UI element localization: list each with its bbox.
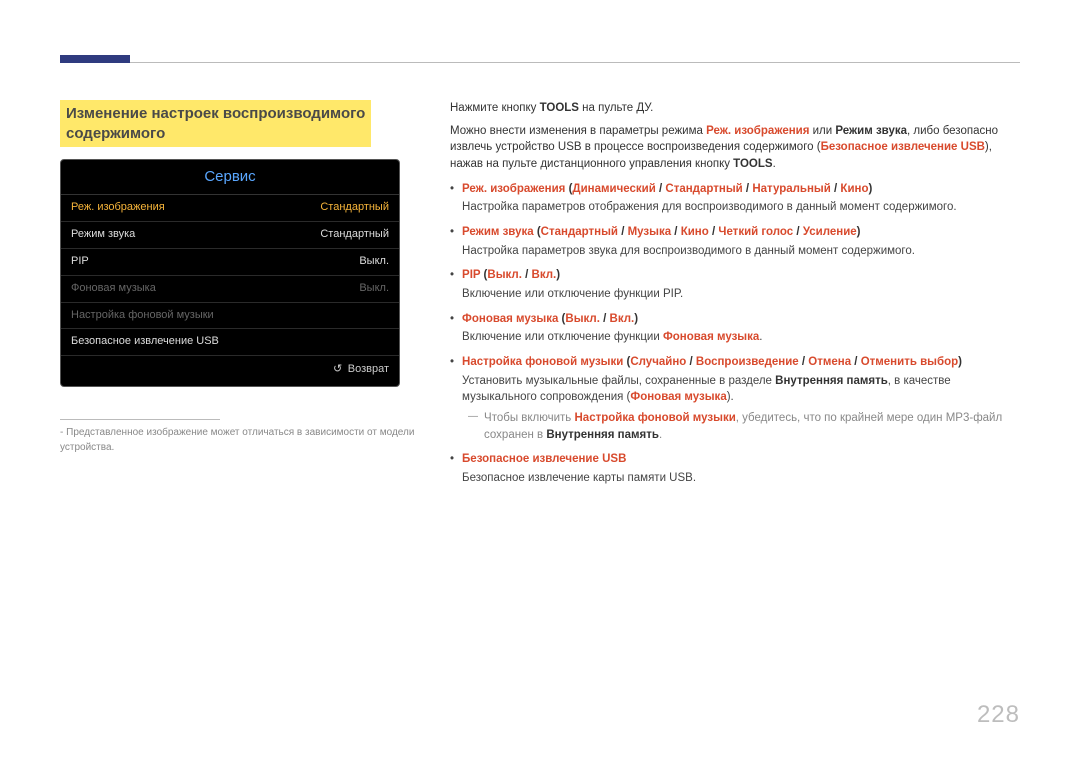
osd-row[interactable]: Безопасное извлечение USB bbox=[61, 329, 399, 356]
osd-row-value: Выкл. bbox=[359, 254, 389, 270]
osd-return[interactable]: ↻ Возврат bbox=[61, 356, 399, 386]
section-title: Изменение настроек воспроизводимого соде… bbox=[60, 100, 371, 147]
bullet-title: PIP (Выкл. / Вкл.) bbox=[462, 267, 1020, 284]
footnote-text: Представленное изображение может отличат… bbox=[60, 427, 414, 453]
osd-row-label: Режим звука bbox=[71, 227, 135, 243]
osd-rows: Реж. изображения Стандартный Режим звука Ст… bbox=[61, 195, 399, 357]
osd-return-label: Возврат bbox=[348, 363, 389, 375]
osd-row[interactable]: Фоновая музыка Выкл. bbox=[61, 276, 399, 303]
footnote-dash: - bbox=[60, 427, 63, 438]
section-accent-bar bbox=[60, 55, 130, 63]
bullet-title: Настройка фоновой музыки (Случайно / Вос… bbox=[462, 354, 1020, 371]
osd-row-label: Безопасное извлечение USB bbox=[71, 334, 219, 350]
osd-title: Сервис bbox=[61, 160, 399, 195]
tools-label: TOOLS bbox=[540, 102, 579, 114]
osd-row[interactable]: Режим звука Стандартный bbox=[61, 222, 399, 249]
bullet-item: PIP (Выкл. / Вкл.) Включение или отключен… bbox=[450, 267, 1020, 302]
bullet-title: Безопасное извлечение USB bbox=[462, 451, 1020, 468]
bullet-item: Настройка фоновой музыки (Случайно / Вос… bbox=[450, 354, 1020, 443]
bullet-desc: Включение или отключение функции Фоновая… bbox=[462, 329, 1020, 346]
section-title-line1: Изменение настроек воспроизводимого bbox=[66, 105, 365, 122]
osd-row[interactable]: PIP Выкл. bbox=[61, 249, 399, 276]
bullet-note: Чтобы включить Настройка фоновой музыки,… bbox=[462, 410, 1020, 443]
bullet-item: Безопасное извлечение USB Безопасное извл… bbox=[450, 451, 1020, 486]
bullet-item: Фоновая музыка (Выкл. / Вкл.)Включение и… bbox=[450, 311, 1020, 346]
bullet-list: Реж. изображения (Динамический / Стандар… bbox=[450, 181, 1020, 487]
bullet-desc: Настройка параметров отображения для вос… bbox=[462, 199, 1020, 216]
osd-row-value: Выкл. bbox=[359, 281, 389, 297]
osd-row-label: PIP bbox=[71, 254, 89, 270]
bullet-desc: Установить музыкальные файлы, сохраненны… bbox=[462, 373, 1020, 406]
right-column: Нажмите кнопку TOOLS на пульте ДУ. Можно… bbox=[450, 100, 1020, 487]
osd-panel: Сервис Реж. изображенияСтандартныйРежим … bbox=[60, 159, 400, 387]
osd-row[interactable]: Настройка фоновой музыки bbox=[61, 303, 399, 330]
osd-row[interactable]: Реж. изображения Стандартный bbox=[61, 195, 399, 222]
page-number: 228 bbox=[977, 698, 1020, 733]
bullet-title: Режим звука (Стандартный / Музыка / Кино… bbox=[462, 224, 1020, 241]
osd-row-value: Стандартный bbox=[320, 227, 389, 243]
intro-p2: Можно внести изменения в параметры режим… bbox=[450, 123, 1020, 173]
return-icon: ↻ bbox=[333, 362, 342, 378]
section-title-line2: содержимого bbox=[66, 124, 365, 144]
bullet-item: Реж. изображения (Динамический / Стандар… bbox=[450, 181, 1020, 216]
intro-p1: Нажмите кнопку TOOLS на пульте ДУ. bbox=[450, 100, 1020, 117]
bullet-desc: Безопасное извлечение карты памяти USB. bbox=[462, 470, 1020, 487]
osd-row-label: Фоновая музыка bbox=[71, 281, 156, 297]
footnote-divider bbox=[60, 419, 220, 420]
footnote: - Представленное изображение может отлич… bbox=[60, 426, 420, 455]
bullet-title: Реж. изображения (Динамический / Стандар… bbox=[462, 181, 1020, 198]
page-content: Изменение настроек воспроизводимого соде… bbox=[60, 100, 1020, 487]
osd-row-label: Реж. изображения bbox=[71, 200, 165, 216]
top-rule bbox=[60, 62, 1020, 63]
bullet-item: Режим звука (Стандартный / Музыка / Кино… bbox=[450, 224, 1020, 259]
left-column: Изменение настроек воспроизводимого соде… bbox=[60, 100, 420, 487]
bullet-desc: Включение или отключение функции PIP. bbox=[462, 286, 1020, 303]
bullet-desc: Настройка параметров звука для воспроизв… bbox=[462, 243, 1020, 260]
osd-row-value: Стандартный bbox=[320, 200, 389, 216]
osd-row-label: Настройка фоновой музыки bbox=[71, 308, 214, 324]
bullet-title: Фоновая музыка (Выкл. / Вкл.) bbox=[462, 311, 1020, 328]
